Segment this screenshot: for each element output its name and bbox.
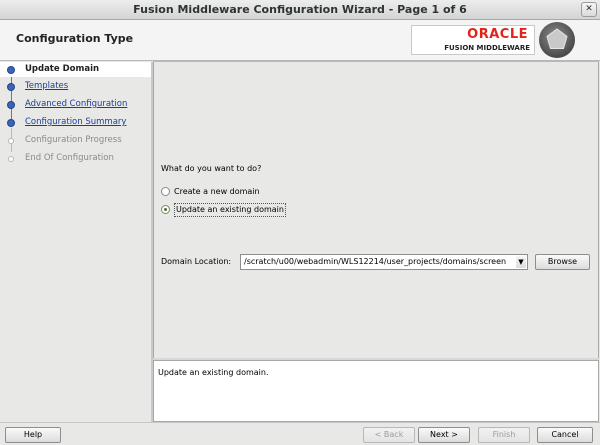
step-pending-icon — [8, 156, 14, 162]
domain-location-combobox[interactable]: /scratch/u00/webadmin/WLS12214/user_proj… — [240, 254, 528, 270]
step-icon — [7, 101, 15, 109]
window-title: Fusion Middleware Configuration Wizard -… — [133, 3, 467, 16]
back-button[interactable]: < Back — [363, 427, 415, 443]
browse-button[interactable]: Browse — [535, 254, 590, 270]
radio-button-selected-icon[interactable] — [161, 205, 170, 214]
close-icon: ✕ — [585, 4, 593, 14]
sidebar-item-end-of-configuration: End Of Configuration — [0, 151, 152, 166]
sidebar-item-update-domain[interactable]: Update Domain — [0, 62, 152, 77]
finish-button[interactable]: Finish — [478, 427, 530, 443]
sidebar-item-label: Templates — [25, 81, 69, 91]
close-button[interactable]: ✕ — [581, 2, 597, 17]
page-title: Configuration Type — [16, 32, 134, 45]
radio-label: Update an existing domain — [174, 203, 286, 217]
step-icon — [7, 83, 15, 91]
domain-location-label: Domain Location: — [161, 257, 232, 266]
sidebar-item-configuration-summary[interactable]: Configuration Summary — [0, 115, 152, 130]
sidebar-item-label: Advanced Configuration — [25, 99, 128, 109]
step-icon — [7, 119, 15, 127]
sidebar-item-label: Update Domain — [25, 64, 100, 74]
question-label: What do you want to do? — [161, 164, 262, 173]
chevron-down-icon[interactable]: ▼ — [516, 256, 526, 268]
description-text: Update an existing domain. — [158, 368, 269, 377]
radio-label: Create a new domain — [174, 187, 260, 196]
radio-button-icon[interactable] — [161, 187, 170, 196]
description-area: Update an existing domain. — [153, 360, 599, 422]
domain-location-value[interactable]: /scratch/u00/webadmin/WLS12214/user_proj… — [244, 255, 516, 269]
window-titlebar: Fusion Middleware Configuration Wizard -… — [0, 0, 600, 20]
step-current-icon — [7, 66, 15, 74]
sidebar-item-advanced-configuration[interactable]: Advanced Configuration — [0, 97, 152, 112]
sidebar-item-configuration-progress: Configuration Progress — [0, 133, 152, 148]
help-button[interactable]: Help — [5, 427, 61, 443]
sidebar-item-label: Configuration Summary — [25, 117, 127, 127]
wizard-steps-sidebar: Update Domain Templates Advanced Configu… — [0, 62, 152, 422]
brand-subtitle: FUSION MIDDLEWARE — [444, 44, 530, 52]
fusion-pentagon-icon — [539, 22, 575, 58]
brand-name: ORACLE — [467, 27, 528, 42]
wizard-header: Configuration Type ORACLE FUSION MIDDLEW… — [0, 20, 600, 61]
oracle-logo: ORACLE FUSION MIDDLEWARE — [411, 25, 535, 55]
sidebar-item-label: End Of Configuration — [25, 153, 114, 163]
sidebar-item-label: Configuration Progress — [25, 135, 122, 145]
cancel-button[interactable]: Cancel — [537, 427, 593, 443]
step-pending-icon — [8, 138, 14, 144]
next-button[interactable]: Next > — [418, 427, 470, 443]
sidebar-item-templates[interactable]: Templates — [0, 79, 152, 94]
